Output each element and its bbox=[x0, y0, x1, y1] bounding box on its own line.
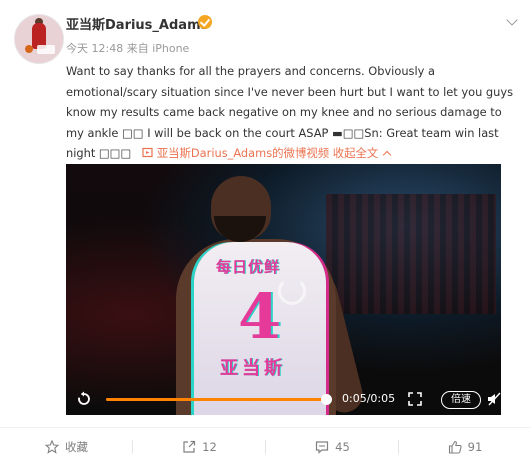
favorite-button[interactable]: 收藏 bbox=[0, 428, 133, 466]
post-text: Want to say thanks for all the prayers a… bbox=[66, 61, 521, 164]
replay-icon[interactable] bbox=[76, 391, 92, 407]
repost-icon bbox=[183, 440, 196, 453]
user-avatar[interactable] bbox=[14, 14, 64, 64]
avatar-badge bbox=[37, 45, 55, 54]
thumbs-up-icon bbox=[448, 440, 462, 454]
post-action-bar: 收藏 12 45 91 bbox=[0, 428, 531, 466]
weibo-post-card: 亚当斯Darius_Adams 今天 12:48 来自 iPhone Want … bbox=[0, 0, 531, 466]
video-crowd bbox=[326, 194, 496, 314]
jersey-name: 亚当斯 bbox=[220, 358, 286, 379]
video-progress-fill bbox=[106, 398, 326, 401]
comment-button[interactable]: 45 bbox=[266, 428, 399, 466]
avatar-basketball bbox=[25, 45, 33, 53]
repost-count: 12 bbox=[202, 440, 217, 454]
user-name[interactable]: 亚当斯Darius_Adams bbox=[66, 14, 208, 33]
post-meta: 今天 12:48 来自 iPhone bbox=[66, 42, 190, 55]
like-button[interactable]: 91 bbox=[399, 428, 531, 466]
favorite-label: 收藏 bbox=[65, 440, 88, 454]
video-progress-handle[interactable] bbox=[321, 394, 332, 405]
chevron-down-icon[interactable] bbox=[506, 14, 518, 26]
loading-spinner-icon bbox=[278, 277, 306, 305]
video-time: 0:05/0:05 bbox=[342, 392, 396, 405]
video-link-icon bbox=[142, 147, 153, 158]
video-controls: 0:05/0:05 倍速 bbox=[66, 383, 501, 415]
video-player[interactable]: 每日优鲜 4 亚当斯 0:05/0:05 倍速 bbox=[66, 164, 501, 415]
chevron-up-icon[interactable] bbox=[383, 150, 392, 160]
volume-icon[interactable] bbox=[487, 392, 501, 406]
repost-button[interactable]: 12 bbox=[133, 428, 266, 466]
comment-count: 45 bbox=[335, 440, 350, 454]
star-icon bbox=[45, 440, 59, 454]
fullscreen-icon[interactable] bbox=[408, 392, 422, 406]
jersey-number: 4 bbox=[238, 280, 282, 353]
playback-speed-button[interactable]: 倍速 bbox=[441, 391, 481, 409]
jersey-sponsor: 每日优鲜 bbox=[216, 258, 281, 276]
verified-icon bbox=[198, 15, 212, 29]
video-link[interactable]: 亚当斯Darius_Adams的微博视频 bbox=[157, 146, 329, 160]
like-count: 91 bbox=[467, 440, 483, 454]
video-progress-bar[interactable] bbox=[106, 394, 332, 405]
collapse-text-link[interactable]: 收起全文 bbox=[333, 146, 379, 160]
comment-icon bbox=[316, 441, 329, 454]
